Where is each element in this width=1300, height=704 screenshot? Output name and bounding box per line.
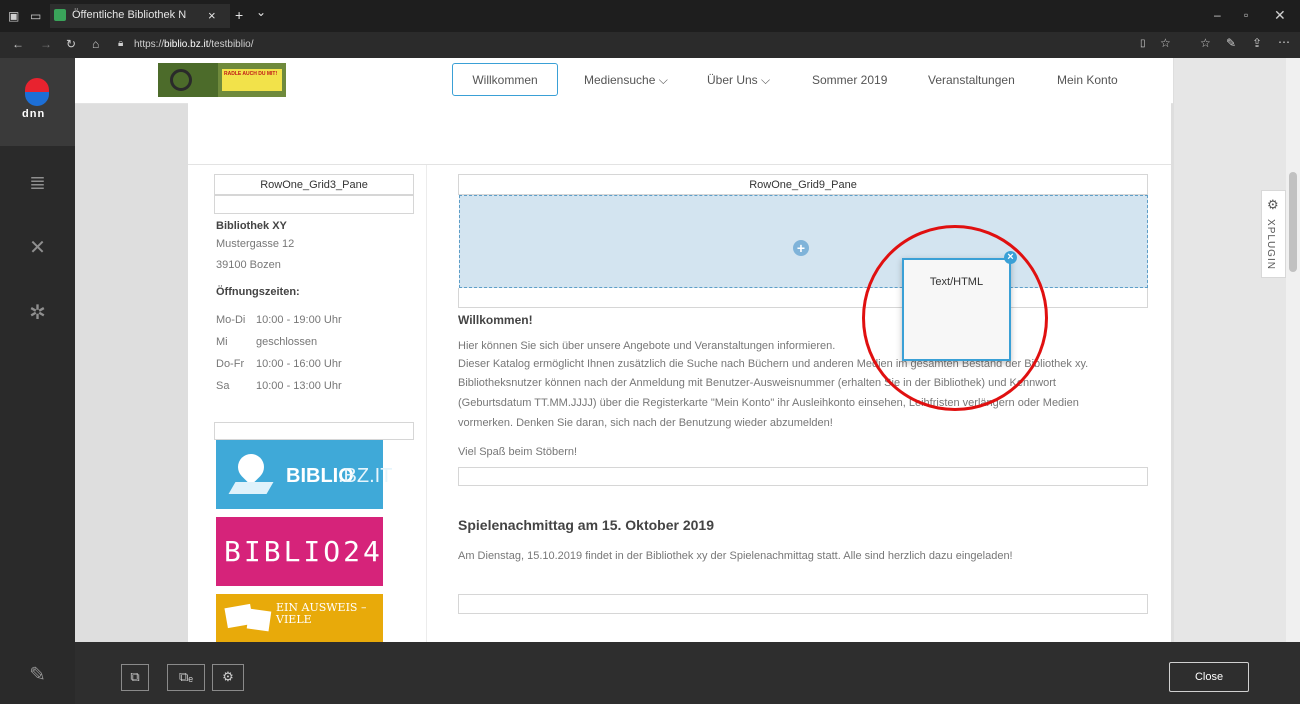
biblio24-logo-text: BIBLIO24 (224, 535, 383, 568)
main-pane-label: RowOne_Grid9_Pane (749, 179, 857, 191)
main-pane-dropzone[interactable]: + (459, 195, 1148, 288)
event-text: Am Dienstag, 15.10.2019 findet in der Bi… (458, 550, 1013, 562)
new-tab-button[interactable]: + (235, 7, 243, 23)
address-bar: ← → ↻ ⌂ 🔒︎ https://biblio.bz.it/testbibl… (0, 32, 1300, 58)
library-city: 39100 Bozen (216, 259, 281, 271)
map-pin-icon (232, 448, 270, 486)
event-title: Spielenachmittag am 15. Oktober 2019 (458, 517, 714, 533)
home-icon[interactable]: ⌂ (92, 37, 99, 51)
left-pane-label: RowOne_Grid3_Pane (260, 179, 368, 191)
add-module-icon[interactable]: + (793, 240, 809, 256)
biblio-logo-light: .BZ.IT (338, 465, 393, 487)
add-module-button[interactable]: ⧉ (121, 664, 149, 691)
hours-title: Öffnungszeiten: (216, 286, 300, 298)
dnn-logo-text: DNN (22, 108, 46, 120)
nav-item-ueber-uns[interactable]: Über Uns ⌵ (707, 73, 770, 88)
tab-close-icon[interactable]: × (208, 8, 216, 23)
welcome-module-bar[interactable] (458, 467, 1148, 486)
add-existing-module-button[interactable]: ⧉ₑ (167, 664, 205, 691)
xplugin-gear-icon: ⚙ (1267, 197, 1279, 212)
page-settings-button[interactable]: ⚙ (212, 664, 244, 691)
left-pane-header[interactable]: RowOne_Grid3_Pane (214, 174, 414, 195)
close-button[interactable]: Close (1169, 662, 1249, 692)
tab-actions-icon[interactable]: ▣ (8, 9, 19, 23)
edit-bottom-bar (75, 642, 1300, 704)
scrollbar-thumb[interactable] (1289, 172, 1297, 272)
library-name: Bibliothek XY (216, 220, 287, 232)
url-field[interactable]: 🔒︎ https://biblio.bz.it/testbiblio/ (112, 35, 1152, 55)
notes-icon[interactable]: ✎ (1226, 36, 1236, 50)
tab-menu-icon[interactable]: ⌄ (256, 5, 266, 19)
nav-item-sommer-2019[interactable]: Sommer 2019 (812, 73, 887, 87)
edit-icon[interactable]: ✎ (0, 662, 75, 687)
nav-item-mein-konto[interactable]: Mein Konto (1057, 73, 1118, 87)
welcome-title: Willkommen! (458, 313, 533, 327)
xplugin-label: XPLUGIN (1264, 219, 1276, 270)
welcome-footer: Viel Spaß beim Stöbern! (458, 446, 578, 458)
more-icon[interactable]: ⋯ (1278, 35, 1290, 49)
back-icon[interactable]: ← (12, 37, 24, 51)
forward-icon[interactable]: → (40, 37, 52, 51)
url-text: https://biblio.bz.it/testbiblio/ (134, 39, 254, 50)
welcome-line: vormerken. Denken Sie daran, sich nach d… (458, 417, 833, 429)
page-scrollbar[interactable] (1286, 58, 1300, 642)
nav-item-label: Willkommen (472, 73, 538, 87)
ausweis-logo-text: EIN AUSWEIS – VIELE (276, 601, 367, 626)
lock-icon: 🔒︎ (118, 38, 124, 49)
tools-icon[interactable]: ✕ (0, 235, 75, 260)
tab-favicon-icon (54, 9, 66, 21)
dnn-logo[interactable]: DNN (0, 58, 75, 146)
tab-title: Öffentliche Bibliothek N (72, 9, 187, 21)
banner-text: RADLE AUCH DU MIT! (224, 71, 278, 77)
settings-icon[interactable]: ✲ (0, 300, 75, 325)
nav-item-willkommen[interactable]: Willkommen (452, 63, 558, 96)
biblio24-logo[interactable]: BIBLIO24 (216, 517, 383, 586)
browser-tab-bar: ▣ ▭ Öffentliche Bibliothek N × + ⌄ – ▫ ✕ (0, 0, 1300, 32)
banner-image[interactable]: RADLE AUCH DU MIT! (158, 63, 286, 97)
highlight-circle (862, 225, 1048, 411)
minimize-icon[interactable]: – (1214, 8, 1221, 22)
browser-tab[interactable]: Öffentliche Bibliothek N × (50, 4, 230, 28)
event-module-bar[interactable] (458, 594, 1148, 614)
xplugin-tab[interactable]: ⚙ XPLUGIN (1261, 190, 1286, 278)
left-pane-dropzone[interactable] (214, 195, 414, 214)
nav-item-mediensuche[interactable]: Mediensuche ⌵ (584, 73, 668, 88)
favorite-star-icon[interactable]: ☆ (1160, 36, 1171, 50)
content-icon[interactable]: ≣ (0, 170, 75, 195)
persona-bar (0, 58, 75, 704)
favorites-icon[interactable]: ☆ (1200, 36, 1211, 50)
page-right-gutter (1174, 58, 1286, 642)
main-pane-header[interactable]: RowOne_Grid9_Pane (458, 174, 1148, 195)
dnn-logo-icon (25, 78, 49, 106)
refresh-icon[interactable]: ↻ (66, 37, 76, 51)
biblio-bz-it-logo[interactable]: BIBLIO .BZ.IT (216, 440, 392, 509)
left-pane-module-bar[interactable] (214, 422, 414, 440)
tab-preview-icon[interactable]: ▭ (30, 9, 41, 23)
header-pane-divider (188, 164, 1171, 165)
nav-item-veranstaltungen[interactable]: Veranstaltungen (928, 73, 1015, 87)
share-icon[interactable]: ⇪ (1252, 36, 1262, 50)
column-divider (426, 165, 427, 642)
ausweis-logo[interactable]: EIN AUSWEIS – VIELE (216, 594, 383, 642)
window-close-icon[interactable]: ✕ (1274, 7, 1286, 24)
maximize-icon[interactable]: ▫ (1244, 8, 1248, 22)
library-street: Mustergasse 12 (216, 238, 295, 250)
reading-view-icon[interactable]: ▯ (1140, 38, 1146, 49)
